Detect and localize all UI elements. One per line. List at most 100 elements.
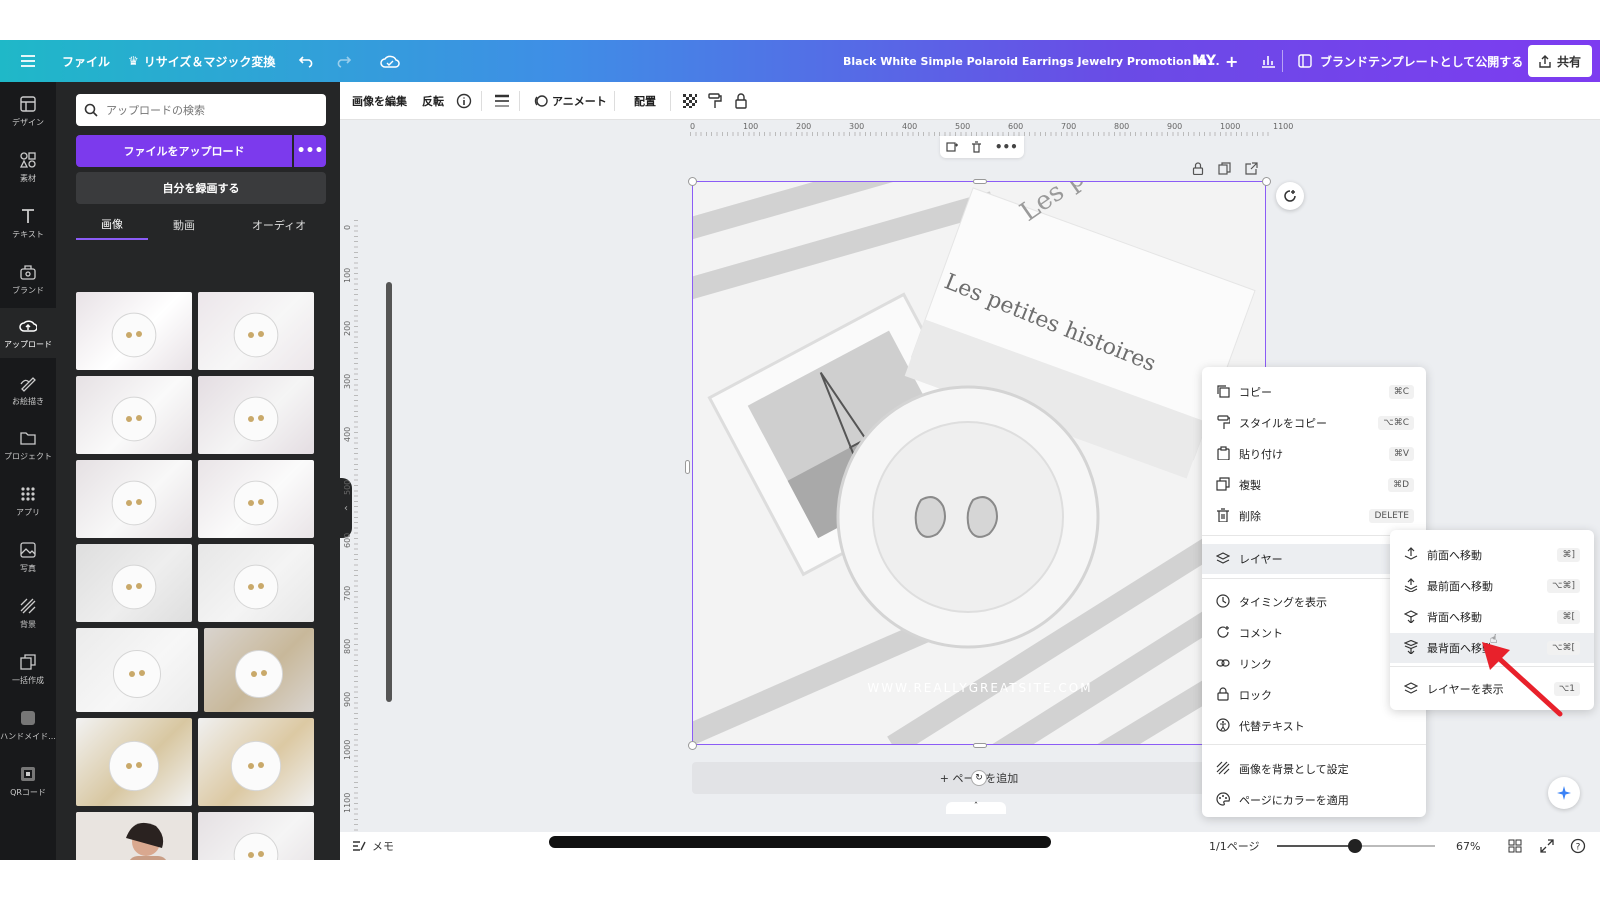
- menu-icon[interactable]: [20, 40, 36, 82]
- context-menu-item[interactable]: 代替テキスト: [1202, 711, 1426, 741]
- resize-handle-left[interactable]: [685, 460, 690, 474]
- position-button[interactable]: 配置: [634, 82, 656, 120]
- design-canvas[interactable]: Les petites histoires Les petite histoir…: [692, 181, 1266, 745]
- upload-thumbnail[interactable]: [198, 460, 314, 538]
- zoom-slider-thumb[interactable]: [1348, 839, 1362, 853]
- resize-handle-bl[interactable]: [688, 741, 697, 750]
- magic-assistant-button[interactable]: [1548, 777, 1580, 809]
- grid-view-icon[interactable]: [1508, 832, 1522, 860]
- animate-button[interactable]: アニメート: [534, 82, 607, 120]
- analytics-icon[interactable]: [1260, 40, 1276, 82]
- copy-icon: [1216, 384, 1230, 401]
- rotate-icon[interactable]: ↻: [971, 770, 987, 786]
- upload-thumbnail[interactable]: [76, 544, 192, 622]
- paint-roller-icon[interactable]: [708, 82, 722, 120]
- help-icon[interactable]: ?: [1570, 832, 1586, 860]
- lock-icon: [1216, 686, 1230, 704]
- lock-icon[interactable]: [734, 82, 748, 120]
- more-icon[interactable]: •••: [995, 140, 1018, 154]
- search-input[interactable]: [106, 103, 306, 117]
- rail-item-brand[interactable]: ブランド: [0, 254, 56, 304]
- rail-item-qr-code[interactable]: QRコード: [0, 756, 56, 806]
- menu-item-label: レイヤー: [1239, 553, 1283, 566]
- delete-page-icon[interactable]: [971, 138, 982, 157]
- rail-item-photo[interactable]: 写真: [0, 532, 56, 582]
- resize-handle-bottom[interactable]: [973, 743, 987, 748]
- resize-magic-button[interactable]: ♛ リサイズ＆マジック変換: [128, 40, 275, 82]
- upload-thumbnail[interactable]: [198, 292, 314, 370]
- share-element-icon[interactable]: [1245, 160, 1258, 179]
- border-style-icon[interactable]: [494, 82, 510, 120]
- rail-item-background[interactable]: 背景: [0, 588, 56, 638]
- upload-thumbnail[interactable]: [76, 718, 192, 806]
- publish-template-button[interactable]: ブランドテンプレートとして公開する: [1298, 40, 1523, 82]
- context-menu-item[interactable]: コピー ⌘C: [1202, 377, 1426, 407]
- rail-item-elements[interactable]: 素材: [0, 142, 56, 192]
- lock-element-icon[interactable]: [1192, 160, 1204, 179]
- rotate-comment-button[interactable]: [1276, 182, 1304, 210]
- upload-thumbnail[interactable]: [198, 544, 314, 622]
- undo-icon[interactable]: [298, 40, 316, 82]
- layer-submenu-item[interactable]: 前面へ移動 ⌘]: [1390, 540, 1594, 570]
- tab-videos[interactable]: 動画: [148, 210, 220, 240]
- resize-handle-tr[interactable]: [1262, 177, 1271, 186]
- context-menu-item[interactable]: ページにカラーを適用: [1202, 785, 1426, 815]
- rail-item-text[interactable]: テキスト: [0, 198, 56, 248]
- upload-thumbnail[interactable]: [204, 628, 314, 712]
- notes-button[interactable]: メモ: [352, 832, 394, 860]
- add-collaborator-icon[interactable]: +: [1225, 40, 1238, 82]
- layer-submenu-item[interactable]: 背面へ移動 ⌘[: [1390, 602, 1594, 632]
- upload-thumbnail[interactable]: [76, 628, 198, 712]
- upload-thumbnail[interactable]: [198, 376, 314, 454]
- cloud-saved-icon[interactable]: [380, 40, 400, 82]
- upload-thumbnail[interactable]: [198, 718, 314, 806]
- tab-images[interactable]: 画像: [76, 210, 148, 240]
- rail-item-folder[interactable]: プロジェクト: [0, 420, 56, 470]
- sparkle-icon: [1557, 786, 1571, 800]
- resize-handle-top[interactable]: [973, 179, 987, 184]
- context-menu-item[interactable]: 貼り付け ⌘V: [1202, 439, 1426, 469]
- rail-item-draw[interactable]: お絵描き: [0, 365, 56, 415]
- tab-audio[interactable]: オーディオ: [231, 210, 327, 240]
- upload-thumbnail[interactable]: [76, 292, 192, 370]
- upload-more-button[interactable]: •••: [294, 135, 326, 167]
- info-icon[interactable]: [456, 82, 472, 120]
- avatar[interactable]: MY: [1192, 40, 1216, 82]
- document-title[interactable]: Black White Simple Polaroid Earrings Jew…: [843, 40, 1220, 82]
- search-box[interactable]: [76, 94, 326, 126]
- panel-scrollbar[interactable]: [386, 282, 392, 702]
- rail-item-design[interactable]: デザイン: [0, 86, 56, 136]
- context-menu-item[interactable]: 削除 DELETE: [1202, 501, 1426, 531]
- upload-thumbnail[interactable]: [76, 376, 192, 454]
- add-page-icon[interactable]: [946, 138, 959, 157]
- ruler-label: 1000: [343, 739, 352, 760]
- context-menu-item[interactable]: 複製 ⌘D: [1202, 470, 1426, 500]
- duplicate-element-icon[interactable]: [1218, 160, 1231, 179]
- show-pages-handle[interactable]: ˆ: [946, 802, 1006, 814]
- redo-icon[interactable]: [334, 40, 352, 82]
- rail-item-upload[interactable]: アップロード: [0, 308, 56, 358]
- upload-file-button[interactable]: ファイルをアップロード: [76, 135, 292, 167]
- ruler-label: 400: [343, 426, 352, 442]
- upload-thumbnail[interactable]: [76, 812, 192, 860]
- record-yourself-button[interactable]: 自分を録画する: [76, 172, 326, 204]
- flip-button[interactable]: 反転: [422, 82, 444, 120]
- layer-submenu-item[interactable]: 最前面へ移動 ⌥⌘]: [1390, 571, 1594, 601]
- rail-item-apps[interactable]: アプリ: [0, 476, 56, 526]
- edit-image-button[interactable]: 画像を編集: [352, 82, 407, 120]
- context-menu-item[interactable]: 画像を背景として設定: [1202, 754, 1426, 784]
- divider: [1282, 50, 1283, 72]
- zoom-level[interactable]: 67%: [1456, 832, 1480, 860]
- rail-item-handmade[interactable]: ハンドメイド...: [0, 700, 56, 750]
- fullscreen-icon[interactable]: [1540, 832, 1554, 860]
- context-menu-item[interactable]: スタイルをコピー ⌥⌘C: [1202, 408, 1426, 438]
- resize-handle-tl[interactable]: [688, 177, 697, 186]
- share-button[interactable]: 共有: [1528, 45, 1592, 77]
- file-menu[interactable]: ファイル: [62, 40, 110, 82]
- rail-item-bulk-create[interactable]: 一括作成: [0, 644, 56, 694]
- transparency-icon[interactable]: [682, 82, 698, 120]
- upload-thumbnail[interactable]: [76, 460, 192, 538]
- notes-icon: [353, 841, 366, 851]
- ruler-label: 1000: [1220, 122, 1241, 131]
- upload-thumbnail[interactable]: [198, 812, 314, 860]
